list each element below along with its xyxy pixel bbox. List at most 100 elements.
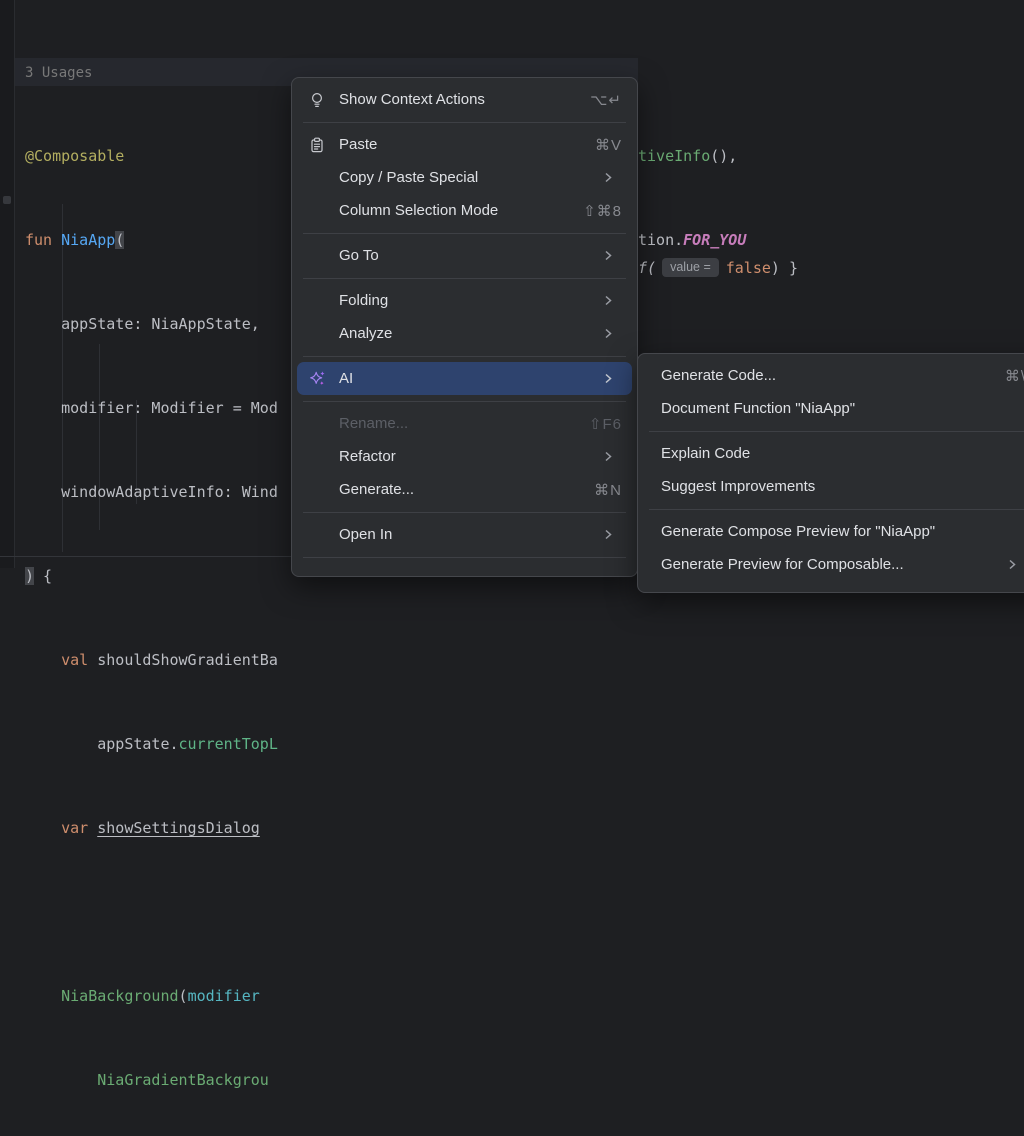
chevron-right-icon (605, 451, 612, 462)
code-block: 3 Usages @Composable fun NiaApp( appStat… (25, 2, 278, 1136)
fold-marker[interactable] (3, 196, 11, 204)
code-token: appState: NiaAppState, (25, 315, 260, 333)
menu-separator (303, 122, 626, 123)
menu-item-paste[interactable]: Paste ⌘V (292, 128, 637, 161)
code-token: shouldShowGradientBa (97, 651, 278, 669)
editor-gutter (0, 0, 15, 568)
code-fragment: tion.FOR_YOU (638, 226, 746, 254)
chevron-right-icon (605, 373, 612, 384)
menu-item-generate[interactable]: Generate... ⌘N (292, 473, 637, 506)
ide-screenshot: { "colors": { "editor_background": "#1E1… (0, 0, 1024, 568)
code-line: NiaBackground(modifier (25, 982, 278, 1010)
menu-item-label: Go To (339, 247, 593, 264)
menu-item-generate-preview-for-composable[interactable]: Generate Preview for Composable... (638, 548, 1024, 581)
menu-item-label: Paste (339, 136, 583, 153)
code-token: tiveInfo (638, 147, 710, 165)
menu-item-label: Analyze (339, 325, 593, 342)
menu-item-label: Refactor (339, 448, 593, 465)
chevron-right-icon (605, 328, 612, 339)
code-token: modifier (188, 987, 260, 1005)
menu-item-label: AI (339, 370, 593, 387)
code-token: ) (25, 567, 34, 585)
menu-item-shortcut: ⇧F6 (589, 415, 622, 433)
chevron-right-icon (605, 529, 612, 540)
menu-item-label: Document Function "NiaApp" (661, 400, 1024, 417)
menu-item-label: Generate Compose Preview for "NiaApp" (661, 523, 1024, 540)
menu-item-generate-compose-preview[interactable]: Generate Compose Preview for "NiaApp" (638, 515, 1024, 548)
code-token: modifier: Modifier = Mod (25, 399, 278, 417)
menu-item-label: Generate... (339, 481, 582, 498)
code-token: (), (710, 147, 737, 165)
code-fragment: tiveInfo(), (638, 142, 737, 170)
menu-item-suggest-improvements[interactable]: Suggest Improvements (638, 470, 1024, 503)
code-line: val shouldShowGradientBa (25, 646, 278, 674)
code-token: tion. (638, 231, 683, 249)
code-token: FOR_YOU (683, 231, 746, 249)
code-token (25, 1071, 97, 1089)
menu-item-go-to[interactable]: Go To (292, 239, 637, 272)
menu-item-label: Copy / Paste Special (339, 169, 593, 186)
code-token: val (25, 651, 97, 669)
menu-item-label: Open In (339, 526, 593, 543)
menu-item-generate-code[interactable]: Generate Code... ⌘\ (638, 359, 1024, 392)
menu-item-document-function[interactable]: Document Function "NiaApp" (638, 392, 1024, 425)
code-token: currentTopL (179, 735, 278, 753)
code-token: NiaApp (61, 231, 115, 249)
menu-item-label: Generate Code... (661, 367, 993, 384)
menu-item-copy-paste-special[interactable]: Copy / Paste Special (292, 161, 637, 194)
code-token: { (34, 567, 52, 585)
chevron-right-icon (605, 250, 612, 261)
code-token: value = (662, 258, 719, 277)
code-fragment: Of(value =false) } (629, 254, 798, 282)
menu-item-analyze[interactable]: Analyze (292, 317, 637, 350)
menu-item-refactor[interactable]: Refactor (292, 440, 637, 473)
code-token: windowAdaptiveInfo: Wind (25, 483, 278, 501)
ai-sparkle-icon (309, 370, 339, 387)
code-token: NiaGradientBackgrou (97, 1071, 269, 1089)
code-token: fun (25, 231, 61, 249)
menu-separator (303, 401, 626, 402)
code-token: @Composable (25, 147, 124, 165)
menu-item-label: Suggest Improvements (661, 478, 1024, 495)
chevron-right-icon (1009, 559, 1016, 570)
menu-item-explain-code[interactable]: Explain Code (638, 437, 1024, 470)
menu-separator (303, 233, 626, 234)
code-line: fun NiaApp( (25, 226, 278, 254)
menu-item-label: Show Context Actions (339, 91, 578, 108)
code-line: modifier: Modifier = Mod (25, 394, 278, 422)
code-token (25, 987, 61, 1005)
menu-item-label: Generate Preview for Composable... (661, 556, 997, 573)
code-token: NiaBackground (61, 987, 178, 1005)
code-line: appState.currentTopL (25, 730, 278, 758)
menu-item-folding[interactable]: Folding (292, 284, 637, 317)
ai-submenu: Generate Code... ⌘\ Document Function "N… (637, 353, 1024, 593)
menu-item-label: Folding (339, 292, 593, 309)
code-token: ) } (771, 259, 798, 277)
code-token: ( (115, 231, 124, 249)
menu-item-shortcut: ⌘V (595, 136, 622, 154)
code-token: showSettingsDialog (97, 819, 260, 837)
menu-item-column-selection-mode[interactable]: Column Selection Mode ⇧⌘8 (292, 194, 637, 227)
menu-separator (303, 356, 626, 357)
menu-item-ai[interactable]: AI (297, 362, 632, 395)
code-token: appState. (25, 735, 179, 753)
menu-item-shortcut: ⌥↵ (590, 91, 622, 109)
code-line: appState: NiaAppState, (25, 310, 278, 338)
menu-separator (303, 512, 626, 513)
menu-item-shortcut: ⌘N (594, 481, 622, 499)
lightbulb-icon (309, 92, 339, 108)
menu-item-rename: Rename... ⇧F6 (292, 407, 637, 440)
code-line: var showSettingsDialog (25, 814, 278, 842)
menu-item-show-context-actions[interactable]: Show Context Actions ⌥↵ (292, 83, 637, 116)
code-line: ) { (25, 562, 278, 590)
clipboard-icon (309, 137, 339, 153)
menu-item-label: Rename... (339, 415, 577, 432)
menu-item-shortcut: ⇧⌘8 (583, 202, 622, 220)
menu-item-open-in[interactable]: Open In (292, 518, 637, 551)
code-token: ( (179, 987, 188, 1005)
code-line: 3 Usages (25, 58, 278, 86)
code-line: NiaGradientBackgrou (25, 1066, 278, 1094)
context-menu: Show Context Actions ⌥↵ Paste ⌘V Copy / … (291, 77, 638, 577)
code-line: windowAdaptiveInfo: Wind (25, 478, 278, 506)
menu-separator (303, 278, 626, 279)
